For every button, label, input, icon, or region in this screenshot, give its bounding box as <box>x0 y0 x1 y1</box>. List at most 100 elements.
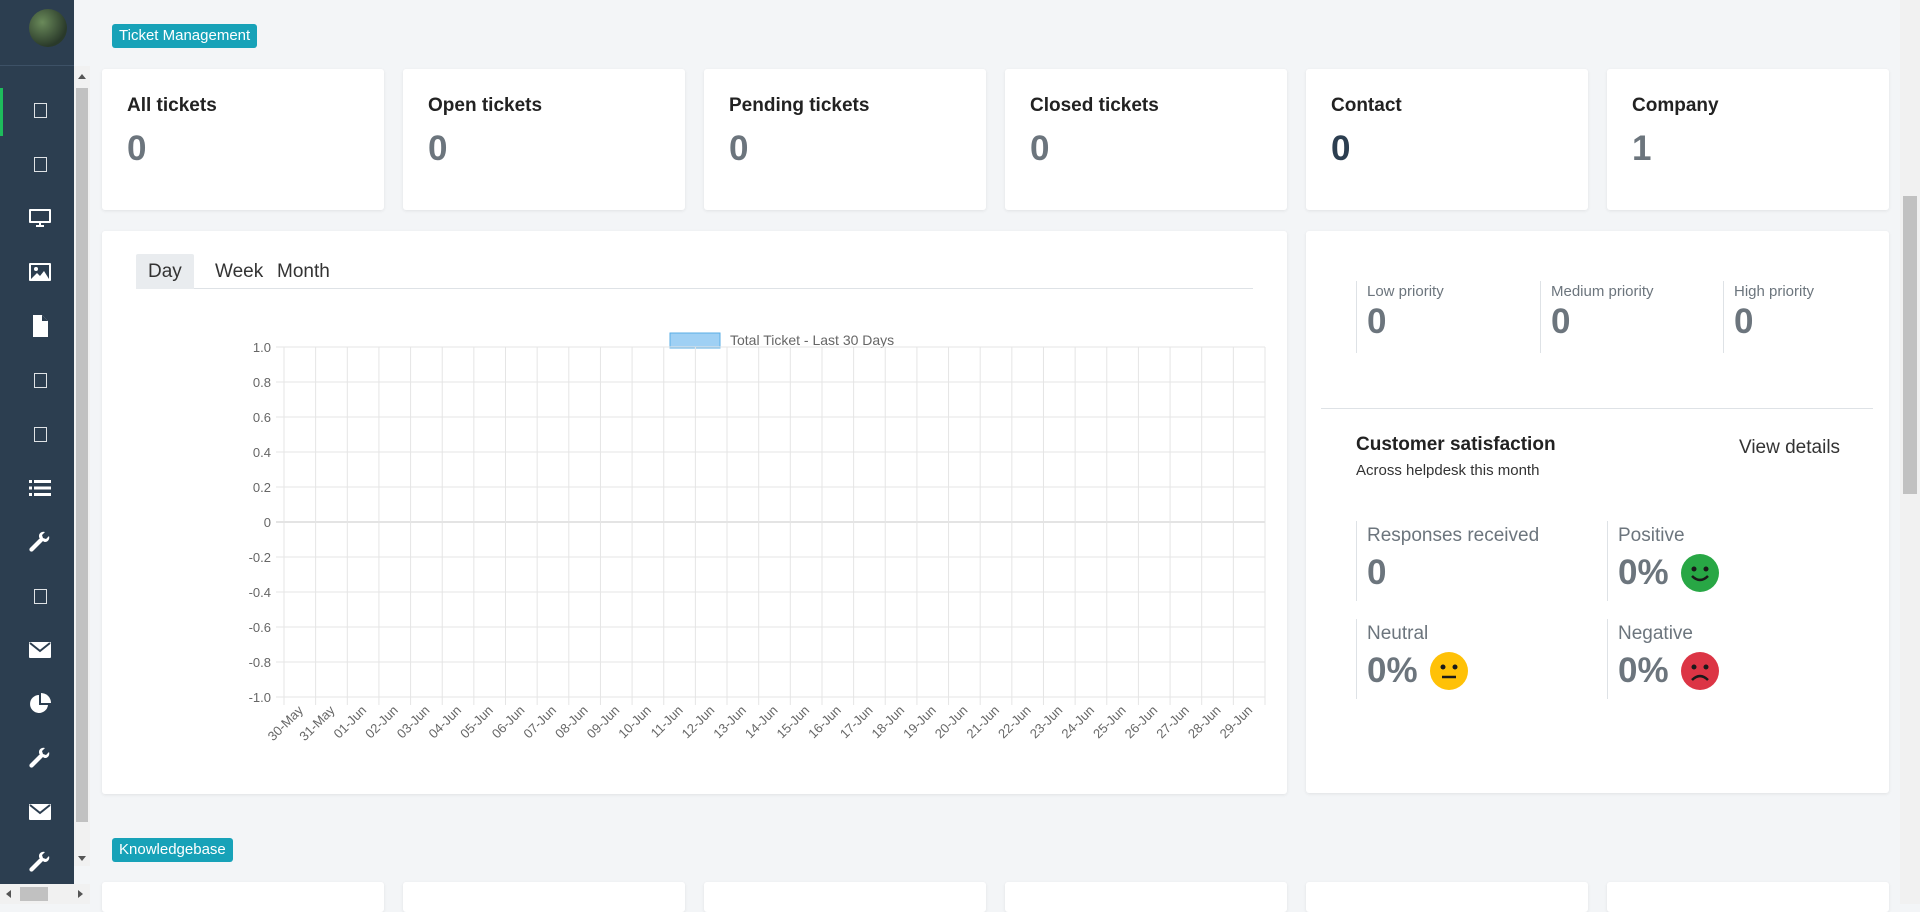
priority-label: Medium priority <box>1551 283 1654 300</box>
ticket-chart: Total Ticket - Last 30 Days 1.0 0.8 0.6 0.4 0… <box>249 332 1266 744</box>
chart-tabs: Day Week Month <box>136 254 1253 289</box>
x-tick-label: 04-Jun <box>425 703 464 742</box>
stat-card-pending-tickets[interactable]: Pending tickets 0 <box>704 69 986 210</box>
stat-card-closed-tickets[interactable]: Closed tickets 0 <box>1005 69 1287 210</box>
pie-chart-icon[interactable] <box>24 688 56 720</box>
negative-value: 0% <box>1618 651 1669 690</box>
kb-card[interactable] <box>1306 882 1588 912</box>
wrench-icon[interactable] <box>24 526 56 558</box>
neutral-metric: Neutral 0% <box>1356 619 1468 699</box>
responses-value: 0 <box>1367 553 1387 592</box>
sidebar-scrollbar-thumb[interactable] <box>76 88 88 822</box>
envelope-icon[interactable] <box>24 796 56 828</box>
view-details-link[interactable]: View details <box>1739 437 1840 459</box>
x-tick-label: 25-Jun <box>1090 703 1129 742</box>
kb-card[interactable] <box>403 882 685 912</box>
square-icon[interactable] <box>24 148 56 180</box>
smile-icon <box>1680 554 1719 592</box>
negative-row: 0% <box>1618 651 1719 691</box>
priority-value: 0 <box>1367 302 1387 341</box>
square-icon[interactable] <box>24 418 56 450</box>
y-tick-label: 1.0 <box>253 340 271 355</box>
envelope-icon[interactable] <box>24 634 56 666</box>
page-scrollbar[interactable] <box>1900 0 1920 904</box>
stat-value: 0 <box>729 129 749 168</box>
neutral-value: 0% <box>1367 651 1418 690</box>
positive-value: 0% <box>1618 553 1669 592</box>
sidebar-scrollbar[interactable] <box>74 66 90 866</box>
x-tick-label: 31-May <box>296 702 338 744</box>
avatar[interactable] <box>29 9 67 47</box>
positive-label: Positive <box>1618 525 1685 546</box>
stat-card-contact[interactable]: Contact 0 <box>1306 69 1588 210</box>
x-tick-label: 03-Jun <box>394 703 433 742</box>
tab-month[interactable]: Month <box>265 254 342 289</box>
x-tick-label: 05-Jun <box>457 703 496 742</box>
low-priority: Low priority 0 <box>1356 281 1444 353</box>
horizontal-scrollbar[interactable] <box>0 884 90 904</box>
square-icon[interactable] <box>24 580 56 612</box>
legend-swatch <box>669 332 721 349</box>
x-tick-label: 06-Jun <box>489 703 528 742</box>
wrench-icon[interactable] <box>24 742 56 774</box>
neutral-face-icon <box>1429 652 1468 690</box>
x-tick-label: 07-Jun <box>520 703 559 742</box>
x-tick-label: 10-Jun <box>615 703 654 742</box>
x-tick-label: 27-Jun <box>1153 703 1192 742</box>
priority-label: Low priority <box>1367 283 1444 300</box>
stat-value: 0 <box>428 129 448 168</box>
stat-card-company[interactable]: Company 1 <box>1607 69 1889 210</box>
square-icon[interactable] <box>24 364 56 396</box>
stat-value: 1 <box>1632 129 1652 168</box>
satisfaction-subtitle: Across helpdesk this month <box>1356 462 1540 479</box>
responses-label: Responses received <box>1367 525 1540 546</box>
x-tick-label: 26-Jun <box>1122 703 1161 742</box>
kb-card[interactable] <box>1607 882 1889 912</box>
satisfaction-title: Customer satisfaction <box>1356 434 1556 455</box>
file-icon[interactable] <box>24 310 56 342</box>
y-tick-label: 0.8 <box>253 375 271 390</box>
list-icon[interactable] <box>24 472 56 504</box>
neutral-row: 0% <box>1367 651 1468 691</box>
negative-metric: Negative 0% <box>1607 619 1719 699</box>
x-tick-label: 18-Jun <box>868 703 907 742</box>
image-icon[interactable] <box>24 256 56 288</box>
stat-label: All tickets <box>127 95 217 116</box>
stat-label: Closed tickets <box>1030 95 1159 116</box>
y-tick-label: 0.4 <box>253 445 271 460</box>
stat-value: 0 <box>1331 129 1351 168</box>
x-tick-label: 20-Jun <box>932 703 971 742</box>
priority-value: 0 <box>1734 302 1754 341</box>
y-tick-label: 0.2 <box>253 480 271 495</box>
y-tick-label: -0.2 <box>249 550 271 565</box>
x-tick-label: 01-Jun <box>331 703 370 742</box>
horizontal-scrollbar-thumb[interactable] <box>20 887 48 901</box>
section-tag-knowledgebase: Knowledgebase <box>112 838 233 862</box>
tab-day[interactable]: Day <box>136 254 194 289</box>
wrench-icon[interactable] <box>24 846 56 878</box>
y-tick-label: -0.4 <box>249 585 271 600</box>
divider <box>1321 408 1873 409</box>
stat-value: 0 <box>1030 129 1050 168</box>
stat-card-all-tickets[interactable]: All tickets 0 <box>102 69 384 210</box>
x-tick-label: 24-Jun <box>1058 703 1097 742</box>
priority-satisfaction-card: Low priority 0 Medium priority 0 High pr… <box>1306 231 1889 793</box>
x-tick-label: 12-Jun <box>679 703 718 742</box>
sidebar <box>0 0 74 904</box>
frown-icon <box>1680 652 1719 690</box>
stat-value: 0 <box>127 129 147 168</box>
stat-label: Contact <box>1331 95 1402 116</box>
kb-card[interactable] <box>1005 882 1287 912</box>
section-tag-ticket-management: Ticket Management <box>112 24 258 48</box>
square-icon[interactable] <box>24 94 56 126</box>
responses-received: Responses received 0 <box>1356 521 1539 601</box>
sidebar-divider <box>0 65 74 66</box>
desktop-icon[interactable] <box>24 202 56 234</box>
x-tick-label: 23-Jun <box>1027 703 1066 742</box>
stat-card-open-tickets[interactable]: Open tickets 0 <box>403 69 685 210</box>
page-scrollbar-thumb[interactable] <box>1903 196 1917 494</box>
kb-card[interactable] <box>704 882 986 912</box>
x-tick-label: 17-Jun <box>837 703 876 742</box>
x-tick-label: 15-Jun <box>774 703 813 742</box>
kb-card[interactable] <box>102 882 384 912</box>
